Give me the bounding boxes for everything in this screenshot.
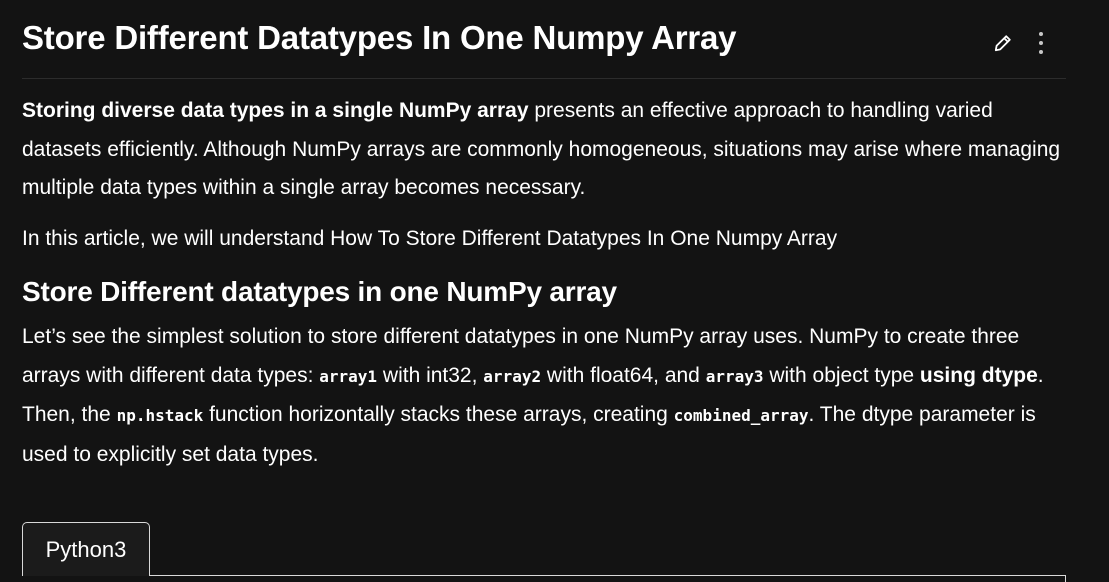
- page-title: Store Different Datatypes In One Numpy A…: [22, 19, 737, 56]
- intro-paragraph: Storing diverse data types in a single N…: [22, 92, 1072, 208]
- inline-code-array3: array3: [705, 366, 764, 386]
- code-block-frame: [150, 575, 1066, 582]
- article-body: Storing diverse data types in a single N…: [22, 92, 1072, 474]
- section-text: function horizontally stacks these array…: [203, 403, 674, 426]
- header-actions: [992, 30, 1052, 56]
- section-paragraph: Let’s see the simplest solution to store…: [22, 318, 1072, 474]
- inline-code-combined: combined_array: [673, 406, 809, 425]
- pencil-icon[interactable]: [992, 30, 1014, 56]
- article-page: Store Different Datatypes In One Numpy A…: [0, 0, 1109, 582]
- article-header: Store Different Datatypes In One Numpy A…: [22, 14, 1066, 79]
- kebab-menu-icon[interactable]: [1030, 30, 1052, 56]
- section-bold: using dtype: [919, 363, 1038, 387]
- lead-paragraph: In this article, we will understand How …: [22, 226, 838, 250]
- inline-code-array2: array2: [483, 366, 542, 386]
- intro-bold: Storing diverse data types in a single N…: [22, 99, 529, 122]
- inline-code-hstack: np.hstack: [116, 406, 204, 425]
- section-text: with object type: [763, 363, 920, 387]
- section-text: with float64, and: [541, 363, 706, 387]
- tab-python3[interactable]: Python3: [22, 522, 150, 576]
- inline-code-array1: array1: [319, 366, 378, 386]
- code-tabs: Python3: [22, 522, 1066, 582]
- section-heading: Store Different datatypes in one NumPy a…: [22, 276, 617, 307]
- section-text: with int32,: [377, 363, 484, 387]
